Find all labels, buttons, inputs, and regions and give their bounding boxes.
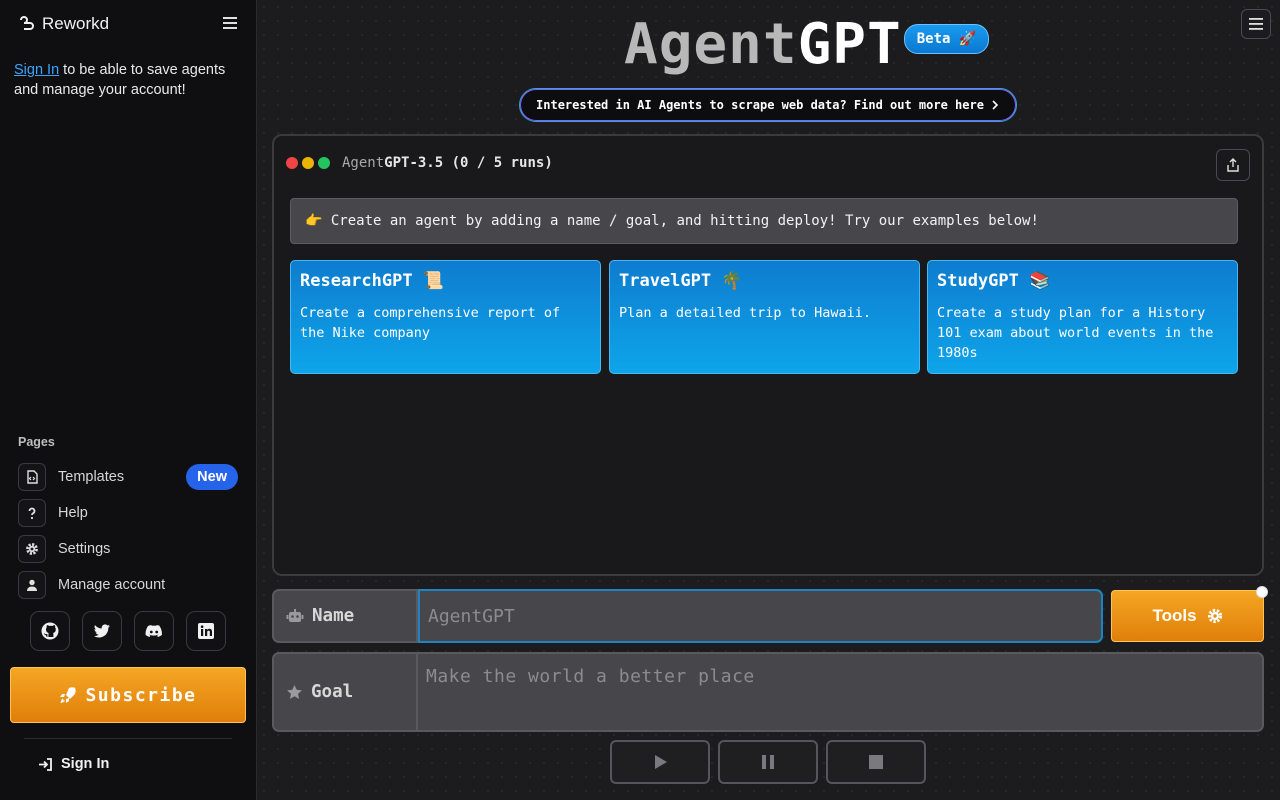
- linkedin-icon: [198, 623, 214, 639]
- subscribe-label: Subscribe: [85, 684, 197, 706]
- card-title: TravelGPT 🌴: [619, 271, 743, 291]
- pause-button[interactable]: [718, 740, 818, 784]
- goal-input[interactable]: Make the world a better place: [426, 666, 755, 687]
- window-dot-green: [318, 157, 330, 169]
- instruction-hint: 👉 Create an agent by adding a name / goa…: [290, 198, 1238, 244]
- document-code-icon: [18, 463, 46, 491]
- sidebar-divider: [24, 738, 232, 739]
- example-card-study[interactable]: StudyGPT 📚 Create a study plan for a His…: [927, 260, 1238, 374]
- name-label: Name: [286, 591, 354, 641]
- tools-button[interactable]: Tools: [1111, 586, 1268, 642]
- window-dot-yellow: [302, 157, 314, 169]
- sidebar-item-label: Settings: [58, 541, 111, 557]
- sidebar-item-label: Manage account: [58, 577, 166, 593]
- top-menu-button[interactable]: [1241, 9, 1271, 39]
- pause-icon: [762, 755, 774, 769]
- sidebar-toggle-icon[interactable]: [222, 15, 238, 31]
- subscribe-button[interactable]: Subscribe: [10, 667, 246, 723]
- name-input[interactable]: AgentGPT: [418, 589, 1103, 643]
- twitter-link[interactable]: [82, 611, 122, 651]
- play-button[interactable]: [610, 740, 710, 784]
- card-description: Plan a detailed trip to Hawaii.: [619, 305, 871, 321]
- chevron-right-icon: [992, 100, 999, 110]
- signin-note: Sign In to be able to save agents and ma…: [14, 60, 246, 100]
- card-description: Create a study plan for a History 101 ex…: [937, 305, 1214, 361]
- agent-window: AgentGPT-3.5 (0 / 5 runs) 👉 Create an ag…: [272, 134, 1264, 576]
- tools-label: Tools: [1152, 606, 1197, 625]
- hero: AgentGPT Beta 🚀: [624, 10, 990, 80]
- promo-text: Interested in AI Agents to scrape web da…: [536, 98, 984, 112]
- share-icon: [1227, 158, 1239, 172]
- signin-link[interactable]: Sign In: [14, 62, 59, 78]
- sign-in-icon: [39, 757, 52, 771]
- beta-badge: Beta 🚀: [903, 24, 990, 54]
- pages-label: Pages: [18, 435, 55, 449]
- linkedin-link[interactable]: [186, 611, 226, 651]
- page-title: AgentGPT: [624, 12, 902, 77]
- github-icon: [41, 622, 59, 640]
- gear-icon: [1207, 608, 1222, 624]
- new-badge: New: [186, 464, 238, 490]
- sidebar-item-settings[interactable]: Settings: [18, 535, 238, 563]
- discord-link[interactable]: [134, 611, 174, 651]
- stop-button[interactable]: [826, 740, 926, 784]
- share-button[interactable]: [1216, 149, 1250, 181]
- sign-in-button[interactable]: Sign In: [38, 756, 109, 772]
- reworkd-logo-icon: [20, 16, 34, 30]
- notification-dot: [1256, 586, 1268, 598]
- github-link[interactable]: [30, 611, 70, 651]
- sidebar-item-manage-account[interactable]: Manage account: [18, 571, 238, 599]
- card-title: ResearchGPT 📜: [300, 271, 444, 291]
- hamburger-icon: [1249, 18, 1263, 30]
- sidebar-item-label: Help: [58, 505, 88, 521]
- model-runs-label: AgentGPT-3.5 (0 / 5 runs): [342, 155, 553, 171]
- sidebar-item-label: Templates: [58, 469, 125, 485]
- sidebar-item-templates[interactable]: Templates New: [18, 463, 238, 491]
- sidebar: Reworkd Sign In to be able to save agent…: [0, 0, 257, 800]
- card-description: Create a comprehensive report of the Nik…: [300, 305, 561, 341]
- promo-banner[interactable]: Interested in AI Agents to scrape web da…: [519, 88, 1017, 122]
- sidebar-item-help[interactable]: Help: [18, 499, 238, 527]
- question-icon: [18, 499, 46, 527]
- card-title: StudyGPT 📚: [937, 271, 1051, 291]
- rocket-icon: [60, 687, 77, 704]
- gear-icon: [18, 535, 46, 563]
- twitter-icon: [94, 624, 110, 638]
- user-icon: [18, 571, 46, 599]
- star-icon: [287, 684, 302, 699]
- discord-icon: [145, 625, 162, 637]
- goal-label: Goal: [286, 654, 353, 730]
- robot-icon: [286, 609, 304, 622]
- field-separator: [416, 654, 418, 730]
- example-card-research[interactable]: ResearchGPT 📜 Create a comprehensive rep…: [290, 260, 601, 374]
- stop-icon: [869, 755, 883, 769]
- example-card-travel[interactable]: TravelGPT 🌴 Plan a detailed trip to Hawa…: [609, 260, 920, 374]
- goal-field: Goal Make the world a better place: [272, 652, 1264, 732]
- main-area: AgentGPT Beta 🚀 Interested in AI Agents …: [257, 0, 1280, 800]
- social-links: [30, 611, 226, 651]
- name-field: Name AgentGPT: [272, 589, 1103, 643]
- sign-in-label: Sign In: [61, 756, 110, 772]
- brand[interactable]: Reworkd: [18, 14, 109, 34]
- window-dot-red: [286, 157, 298, 169]
- brand-name: Reworkd: [42, 14, 110, 33]
- window-dots: [286, 157, 330, 169]
- play-icon: [655, 755, 667, 769]
